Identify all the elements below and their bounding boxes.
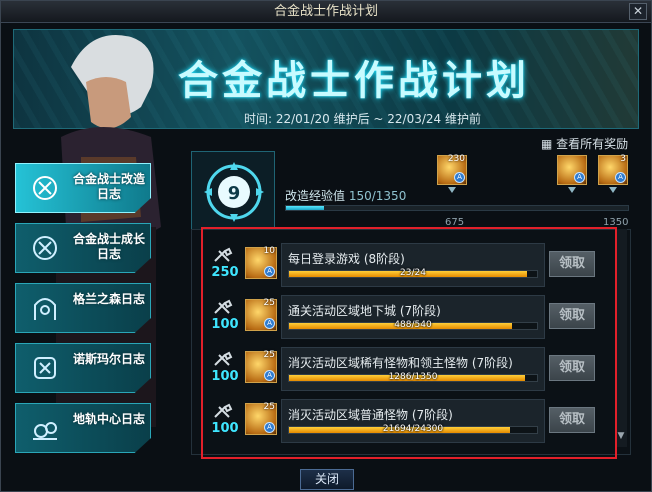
level-emblem-icon: 9 [204, 162, 264, 222]
quest-progress-bar: 488/540 [288, 320, 538, 330]
close-button[interactable]: 关闭 [300, 469, 354, 490]
window-titlebar: 合金战士作战计划 ✕ [1, 1, 651, 23]
quest-points: 100 [211, 317, 239, 332]
quest-row: 250 10 A 每日登录游戏 (8阶段) 23/24 领取 [207, 243, 603, 287]
view-all-rewards-label: 查看所有奖励 [556, 137, 629, 151]
milestone-marker [568, 187, 576, 193]
sidebar-item-label: 地轨中心日志 [72, 412, 145, 426]
xp-tick-max: 1350 [603, 217, 629, 228]
milestone-marker [609, 187, 617, 193]
wrench-icon [214, 403, 233, 418]
quest-content: 每日登录游戏 (8阶段) 23/24 [281, 243, 545, 287]
quest-row: 100 25 A 消灭活动区域稀有怪物和领主怪物 (7阶段) 1286/1350… [207, 347, 603, 391]
gear-icon [33, 422, 57, 440]
quest-reward-icon[interactable]: 25 A [245, 402, 277, 435]
reward-badge: A [264, 422, 275, 433]
reward-quantity: 3 [620, 154, 626, 164]
reward-badge: A [264, 370, 275, 381]
wrench-icon [214, 351, 233, 366]
xp-progress-fill [286, 206, 324, 210]
reward-quantity: 230 [447, 154, 465, 164]
quest-progress-text: 1286/1350 [388, 372, 438, 382]
quest-reward-icon[interactable]: 25 A [245, 298, 277, 331]
sidebar-item-label: 格兰之森日志 [72, 292, 145, 306]
sidebar-item-label: 诺斯玛尔日志 [72, 352, 145, 366]
event-period: 时间: 22/01/20 维护后 ~ 22/03/24 维护前 [244, 112, 481, 126]
crosshair-icon [33, 176, 57, 200]
level-badge: 9 [191, 151, 275, 233]
wrench-icon [214, 247, 233, 262]
reward-badge: A [454, 172, 465, 183]
reward-badge: A [574, 172, 585, 183]
scroll-down-icon[interactable]: ▼ [615, 431, 627, 443]
quest-content: 通关活动区域地下城 (7阶段) 488/540 [281, 295, 545, 339]
reward-quantity: 25 [263, 298, 275, 308]
quest-content: 消灭活动区域普通怪物 (7阶段) 21694/24300 [281, 399, 545, 443]
crosshair-icon [33, 236, 57, 260]
gate-icon [34, 298, 56, 320]
claim-button[interactable]: 领取 [549, 407, 595, 433]
quest-points: 100 [211, 421, 239, 436]
view-all-rewards-link[interactable]: ▦ 查看所有奖励 [541, 135, 628, 152]
reward-badge: A [264, 318, 275, 329]
claim-button[interactable]: 领取 [549, 355, 595, 381]
claim-button[interactable]: 领取 [549, 303, 595, 329]
quest-progress-text: 488/540 [394, 320, 432, 330]
xp-label: 改造经验值 [285, 189, 346, 203]
quest-name: 每日登录游戏 (8阶段) [288, 252, 405, 266]
event-window: 合金战士作战计划 ✕ 合金战士作战计划 时间: 22/01/20 维护后 ~ 2… [0, 0, 652, 492]
quest-row: 100 25 A 通关活动区域地下城 (7阶段) 488/540 领取 [207, 295, 603, 339]
quest-scrollbar[interactable] [615, 229, 627, 447]
window-title: 合金战士作战计划 [273, 4, 378, 19]
milestone-reward[interactable]: A [557, 155, 587, 185]
sidebar-item-forest-log[interactable]: 格兰之森日志 [15, 283, 151, 333]
quest-points: 250 [211, 265, 239, 280]
quest-progress-bar: 23/24 [288, 268, 538, 278]
quest-content: 消灭活动区域稀有怪物和领主怪物 (7阶段) 1286/1350 [281, 347, 545, 391]
sidebar-item-rail-center-log[interactable]: 地轨中心日志 [15, 403, 151, 453]
window-close-button[interactable]: ✕ [629, 3, 647, 20]
sidebar-item-label: 合金战士改造日志 [72, 172, 145, 201]
quest-progress-text: 23/24 [400, 268, 426, 278]
milestone-reward[interactable]: 230 A [437, 154, 467, 185]
sidebar-item-label: 合金战士成长日志 [72, 232, 145, 261]
xp-label-row: 改造经验值 150/1350 [285, 187, 406, 204]
xp-value: 150/1350 [348, 189, 407, 203]
quest-row: 100 25 A 消灭活动区域普通怪物 (7阶段) 21694/24300 领取 [207, 399, 603, 443]
reward-quantity: 25 [263, 402, 275, 412]
quest-name: 通关活动区域地下城 (7阶段) [288, 304, 441, 318]
quest-reward-icon[interactable]: 25 A [245, 350, 277, 383]
xp-tick-mid: 675 [445, 217, 465, 228]
quest-progress-bar: 21694/24300 [288, 424, 538, 434]
quest-progress-text: 21694/24300 [382, 424, 444, 434]
sidebar-item-growth-log[interactable]: 合金战士成长日志 [15, 223, 151, 273]
grid-icon: ▦ [541, 137, 553, 151]
quest-progress-bar: 1286/1350 [288, 372, 538, 382]
sidebar-item-modification-log[interactable]: 合金战士改造日志 [15, 163, 151, 213]
sidebar-item-north-log[interactable]: 诺斯玛尔日志 [15, 343, 151, 393]
reward-badge: A [615, 172, 626, 183]
milestone-reward[interactable]: 3 A [598, 154, 628, 185]
quest-points: 100 [211, 369, 239, 384]
milestone-marker [448, 187, 456, 193]
banner-title: 合金战士作战计划 [178, 58, 530, 104]
reward-quantity: 10 [263, 246, 275, 256]
reward-quantity: 25 [263, 350, 275, 360]
reward-badge: A [264, 266, 275, 277]
quest-name: 消灭活动区域普通怪物 (7阶段) [288, 408, 453, 422]
claim-button[interactable]: 领取 [549, 251, 595, 277]
quest-name: 消灭活动区域稀有怪物和领主怪物 (7阶段) [288, 356, 513, 370]
emblem-icon [34, 357, 56, 379]
wrench-icon [214, 299, 233, 314]
level-value: 9 [228, 183, 241, 204]
xp-progress-bar [285, 205, 629, 211]
quest-reward-icon[interactable]: 10 A [245, 246, 277, 279]
